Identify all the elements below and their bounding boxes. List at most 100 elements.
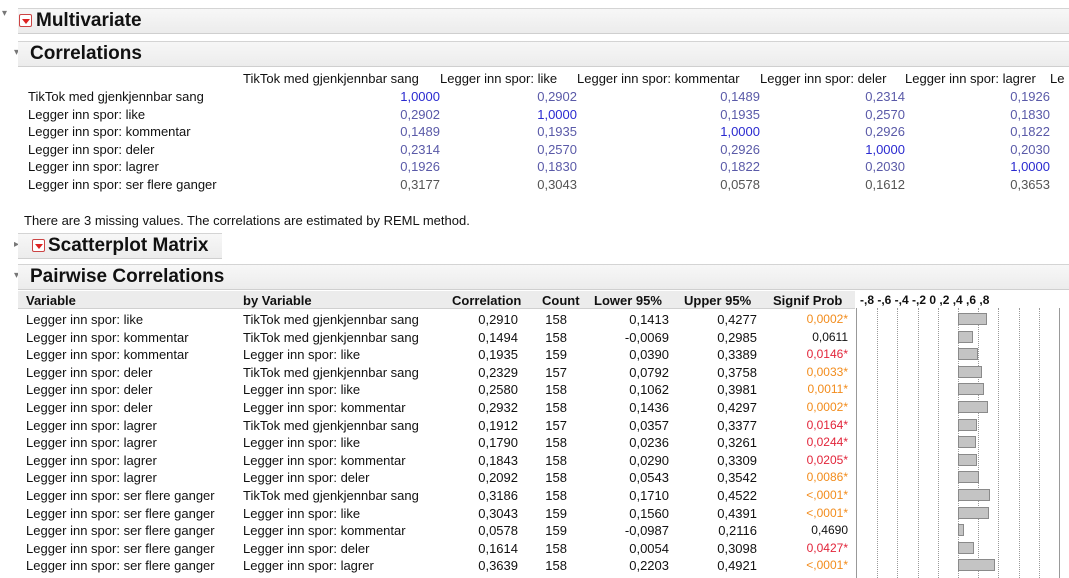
count-cell: 157 — [545, 364, 567, 380]
correlation-row-label: Legger inn spor: deler — [28, 141, 155, 157]
red-triangle-menu-icon[interactable] — [19, 14, 32, 27]
correlation-cell: 0,1830 — [537, 159, 577, 175]
correlation-column-header: Legger inn spor: kommentar — [577, 71, 740, 86]
variable-cell: Legger inn spor: deler — [26, 364, 153, 380]
by-variable-cell: Legger inn spor: like — [243, 505, 361, 521]
lower-95-cell: 0,1560 — [629, 505, 669, 521]
signif-prob-cell: <,0001* — [806, 558, 848, 573]
by-variable-cell: TikTok med gjenkjennbar sang — [243, 364, 419, 380]
variable-cell: Legger inn spor: ser flere ganger — [26, 488, 215, 503]
correlation-column-header: Legger inn spor: deler — [760, 71, 887, 86]
plot-gridline — [978, 308, 980, 578]
column-header-upper-95[interactable]: Upper 95% — [684, 292, 751, 309]
upper-95-cell: 0,3309 — [717, 452, 757, 468]
upper-95-cell: 0,3261 — [717, 435, 757, 451]
correlation-scale-axis: -,8 -,6 -,4 -,2 0 ,2 ,4 ,6 ,8 — [860, 293, 990, 307]
correlation-cell: 1,0000 — [1010, 159, 1050, 175]
count-cell: 158 — [545, 558, 567, 574]
column-header-count[interactable]: Count — [542, 292, 580, 309]
correlation-bar — [958, 313, 988, 325]
correlation-bar — [958, 348, 978, 361]
count-cell: 158 — [545, 452, 567, 468]
lower-95-cell: 0,1062 — [629, 382, 669, 398]
column-header-by-variable[interactable]: by Variable — [243, 292, 312, 309]
upper-95-cell: 0,2985 — [717, 329, 757, 345]
by-variable-cell: Legger inn spor: like — [243, 347, 361, 363]
signif-prob-cell: <,0001* — [806, 488, 848, 502]
multivariate-header — [18, 8, 1069, 34]
plot-gridline — [877, 308, 879, 578]
pairwise-correlations-title: Pairwise Correlations — [30, 266, 225, 287]
lower-95-cell: 0,0357 — [629, 417, 669, 433]
correlation-row-label: Legger inn spor: kommentar — [28, 124, 191, 140]
count-cell: 158 — [545, 400, 567, 415]
correlation-cell: 0,1935 — [537, 124, 577, 140]
signif-prob-cell: 0,0244* — [806, 435, 848, 450]
by-variable-cell: Legger inn spor: lagrer — [243, 558, 374, 574]
correlation-cell: 0,2570 — [865, 106, 905, 122]
plot-gridline — [917, 308, 919, 578]
count-cell: 158 — [545, 329, 567, 345]
variable-cell: Legger inn spor: lagrer — [26, 452, 157, 468]
correlation-bar — [958, 541, 975, 554]
correlation-row-label: Legger inn spor: like — [28, 106, 146, 122]
count-cell: 157 — [545, 417, 567, 433]
column-header-lower-95[interactable]: Lower 95% — [594, 292, 662, 309]
correlation-cell: 1,0000 — [865, 141, 905, 157]
correlation-bar — [958, 524, 964, 537]
by-variable-cell: TikTok med gjenkjennbar sang — [243, 329, 419, 345]
correlation-cell: 0,2030 — [865, 159, 905, 175]
by-variable-cell: Legger inn spor: kommentar — [243, 523, 406, 539]
correlation-cell: 0,2926 — [865, 124, 905, 140]
by-variable-cell: Legger inn spor: kommentar — [243, 400, 406, 415]
upper-95-cell: 0,4921 — [717, 558, 757, 574]
column-header-correlation[interactable]: Correlation — [452, 292, 521, 309]
signif-prob-cell: 0,0011* — [807, 382, 848, 397]
correlation-cell: 0,2030 — [1010, 141, 1050, 157]
correlation-cell: 0,3653 — [1010, 177, 1050, 192]
correlation-cell: 0,1822 — [1010, 124, 1050, 140]
by-variable-cell: Legger inn spor: deler — [243, 540, 370, 556]
correlation-bar — [958, 559, 995, 572]
lower-95-cell: 0,0054 — [629, 540, 669, 556]
correlation-bar — [958, 365, 982, 378]
count-cell: 158 — [545, 382, 567, 398]
correlation-row-label: TikTok med gjenkjennbar sang — [28, 89, 204, 104]
plot-gridline — [1038, 308, 1040, 578]
by-variable-cell: TikTok med gjenkjennbar sang — [243, 488, 419, 503]
signif-prob-cell: <,0001* — [806, 505, 848, 520]
lower-95-cell: 0,1710 — [629, 488, 669, 503]
correlation-bar — [958, 330, 974, 343]
plot-gridline — [897, 308, 899, 578]
correlation-cell: 0,1926 — [1010, 89, 1050, 104]
upper-95-cell: 0,3542 — [717, 470, 757, 486]
upper-95-cell: 0,4391 — [717, 505, 757, 521]
upper-95-cell: 0,3758 — [717, 364, 757, 380]
column-header-signif-prob[interactable]: Signif Prob — [773, 292, 842, 309]
missing-values-note: There are 3 missing values. The correlat… — [24, 213, 470, 228]
signif-prob-cell: 0,0086* — [806, 470, 848, 485]
correlation-cell: 0,1822 — [720, 159, 760, 175]
correlation-column-header: Legger inn spor: lagrer — [905, 71, 1036, 86]
correlation-cell: 1,0000 — [720, 124, 760, 140]
column-header-variable[interactable]: Variable — [26, 292, 76, 309]
correlation-cell: 0,2314 — [400, 141, 440, 157]
correlation-bar — [958, 418, 978, 431]
correlation-cell: 0,2902 — [400, 106, 440, 122]
upper-95-cell: 0,4522 — [717, 488, 757, 503]
variable-cell: Legger inn spor: ser flere ganger — [26, 540, 215, 556]
lower-95-cell: 0,0290 — [629, 452, 669, 468]
variable-cell: Legger inn spor: ser flere ganger — [26, 558, 215, 574]
scatterplot-red-triangle-icon[interactable] — [32, 239, 45, 252]
lower-95-cell: 0,1436 — [629, 400, 669, 415]
correlation-bar — [958, 401, 988, 413]
signif-prob-cell: 0,0611 — [812, 329, 848, 344]
multivariate-title: Multivariate — [36, 10, 142, 31]
lower-95-cell: 0,0390 — [629, 347, 669, 363]
correlation-cell: 0,3177 — [400, 177, 440, 192]
by-variable-cell: Legger inn spor: like — [243, 435, 361, 451]
count-cell: 159 — [545, 347, 567, 363]
correlation-cell: 0,3043 — [537, 177, 577, 192]
variable-cell: Legger inn spor: deler — [26, 400, 153, 415]
disclosure-icon[interactable]: ▾ — [2, 9, 7, 19]
